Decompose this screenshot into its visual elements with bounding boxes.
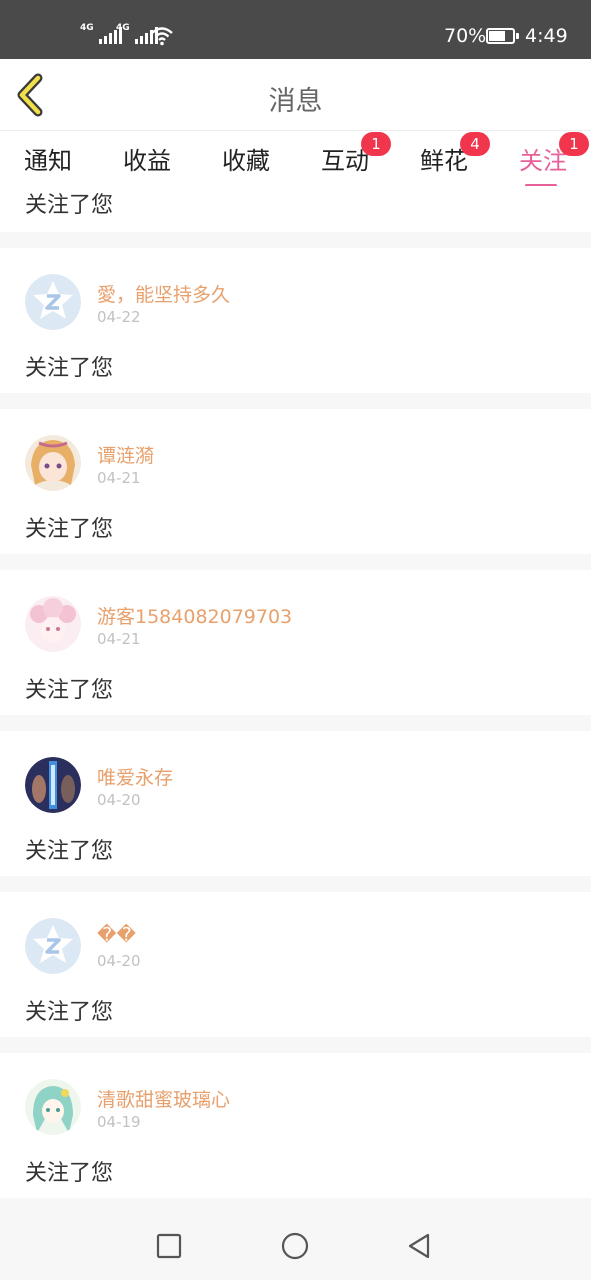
network-type-label: 4G [80,23,94,33]
unread-badge: 1 [559,132,589,156]
tab-favorites[interactable]: 收藏 [220,141,272,176]
list-item[interactable]: 愛，能坚持多久 04-22 关注了您 [0,248,591,393]
username[interactable]: �� [97,924,136,946]
circle-home-icon[interactable] [281,1232,309,1260]
follow-date: 04-22 [97,308,141,326]
battery-percent: 70% [444,25,487,47]
follow-date: 04-19 [97,1113,141,1131]
item-action-text: 关注了您 [25,1000,114,1025]
list-item[interactable]: �� 04-20 关注了您 [0,892,591,1037]
item-action-text: 关注了您 [25,839,114,864]
status-bar: 4G 4G 70% 4:49 [0,0,591,59]
follow-date: 04-21 [97,630,141,648]
list-item[interactable]: 清歌甜蜜玻璃心 04-19 关注了您 [0,1053,591,1198]
tab-label: 关注 [519,147,567,175]
list-item[interactable]: 谭涟漪 04-21 关注了您 [0,409,591,554]
square-recent-icon[interactable] [155,1232,183,1260]
tab-label: 收益 [123,147,171,175]
system-nav-bar [0,1212,591,1280]
default-qq-avatar-icon[interactable] [25,918,81,974]
wifi-icon [151,27,173,46]
follow-date: 04-20 [97,791,141,809]
anime-avatar[interactable] [25,1079,81,1135]
battery-icon [486,28,519,44]
unread-badge: 1 [361,132,391,156]
username[interactable]: 谭涟漪 [97,441,154,468]
photo-avatar[interactable] [25,757,81,813]
tab-flowers[interactable]: 鲜花 4 [418,132,490,176]
item-action-text: 关注了您 [25,356,114,381]
item-action-text: 关注了您 [25,678,114,703]
tab-interactions[interactable]: 互动 1 [319,132,391,176]
triangle-back-icon[interactable] [406,1232,434,1260]
header: 消息 [0,59,591,131]
default-qq-avatar-icon[interactable] [25,274,81,330]
tab-label: 通知 [24,147,72,175]
follow-date: 04-21 [97,469,141,487]
username[interactable]: 愛，能坚持多久 [97,280,230,307]
follow-date: 04-20 [97,952,141,970]
item-action-text: 关注了您 [25,517,114,542]
tab-follows[interactable]: 关注 1 [517,132,589,187]
username[interactable]: 清歌甜蜜玻璃心 [97,1085,230,1112]
tab-label: 鲜花 [420,147,468,175]
item-action-text: 关注了您 [25,1161,114,1186]
page-title: 消息 [268,86,323,117]
tab-earnings[interactable]: 收益 [121,141,173,176]
clock: 4:49 [525,25,568,47]
tab-label: 互动 [321,147,369,175]
item-action-text: 关注了您 [25,193,114,218]
username[interactable]: 唯爱永存 [97,763,173,790]
anime-avatar[interactable] [25,596,81,652]
tab-label: 收藏 [222,147,270,175]
list-item[interactable]: 唯爱永存 04-20 关注了您 [0,731,591,876]
tab-bar: 通知 收益 收藏 互动 1 鲜花 4 关注 1 [0,131,591,187]
unread-badge: 4 [460,132,490,156]
tab-notifications[interactable]: 通知 [22,141,74,176]
list-item[interactable]: 游客1584082079703 04-21 关注了您 [0,570,591,715]
anime-avatar[interactable] [25,435,81,491]
network-type-label: 4G [116,23,130,33]
username[interactable]: 游客1584082079703 [97,602,292,629]
follow-list[interactable]: 关注了您 愛，能坚持多久 04-22 关注了您 谭涟漪 04-21 关注了您 游… [0,186,591,1212]
list-item[interactable]: 关注了您 [0,186,591,232]
